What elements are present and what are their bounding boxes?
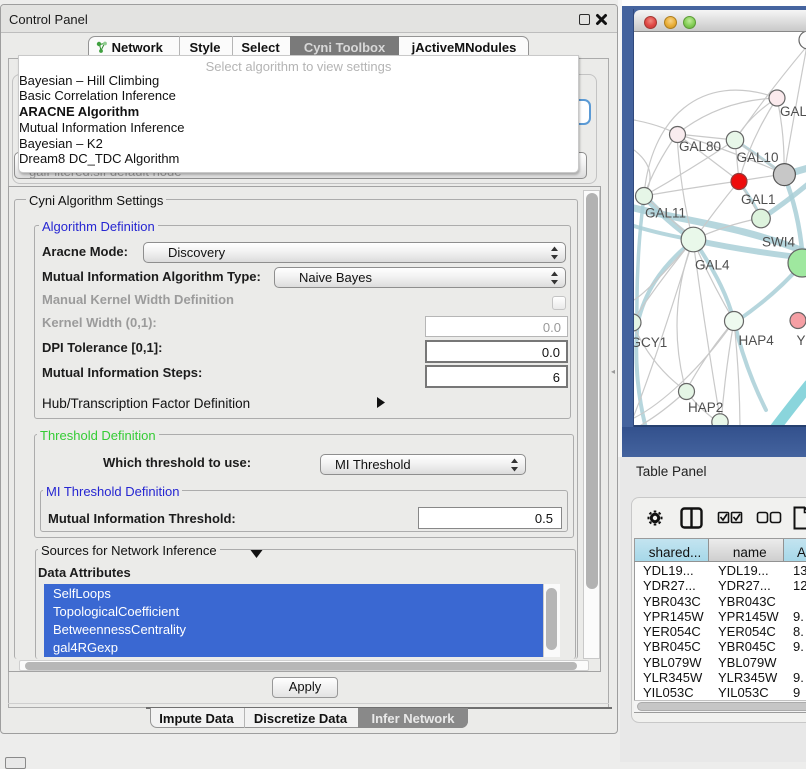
svg-text:GAL1: GAL1	[741, 192, 776, 207]
svg-text:GAL11: GAL11	[645, 206, 686, 221]
svg-text:GAL4: GAL4	[695, 258, 730, 273]
svg-text:SWI4: SWI4	[762, 235, 795, 250]
svg-text:GCY1: GCY1	[634, 335, 667, 350]
svg-text:GAL80: GAL80	[679, 139, 721, 154]
svg-text:GAL10: GAL10	[737, 150, 779, 165]
svg-text:HAP2: HAP2	[688, 400, 723, 415]
svg-text:HAP4: HAP4	[739, 333, 775, 348]
svg-text:GAL7: GAL7	[780, 104, 806, 119]
svg-text:Y: Y	[797, 333, 806, 348]
